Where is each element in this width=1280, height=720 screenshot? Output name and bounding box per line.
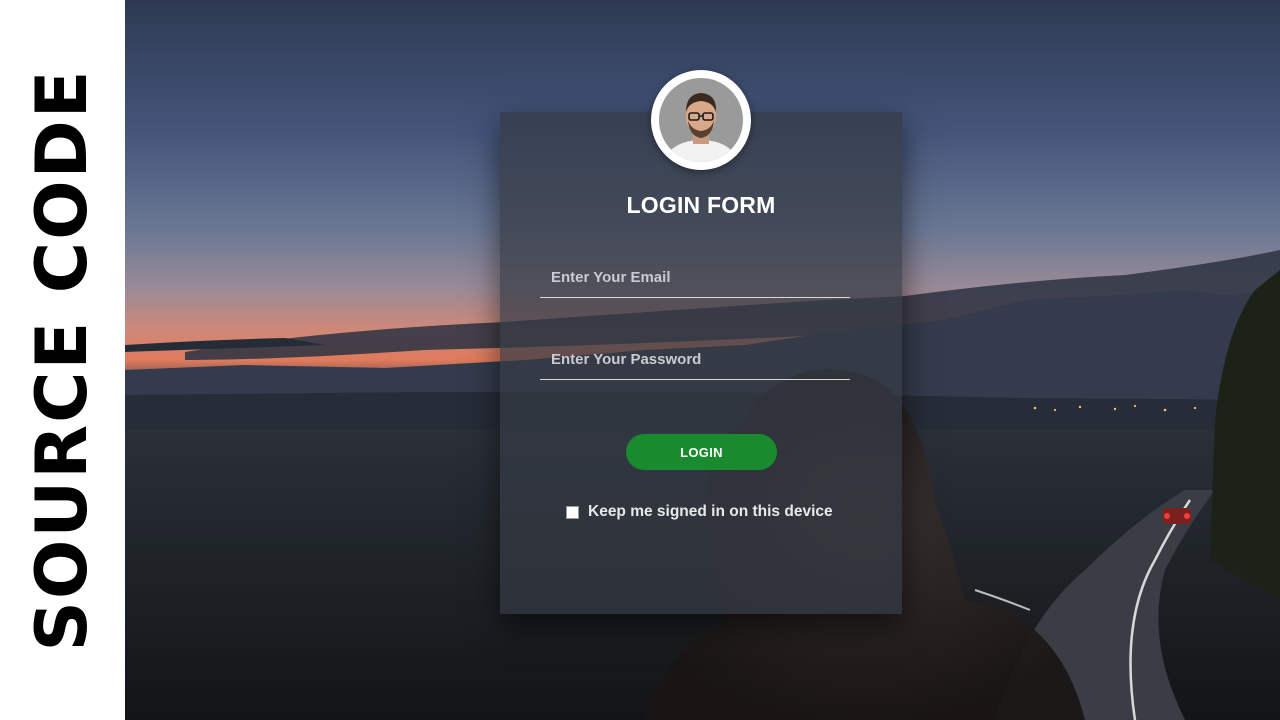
user-avatar — [651, 70, 751, 170]
login-button[interactable]: LOGIN — [626, 434, 777, 470]
side-banner: SOURCE CODE — [0, 0, 125, 720]
remember-checkbox[interactable] — [566, 505, 579, 519]
remember-me: Keep me signed in on this device — [566, 502, 833, 522]
remember-label[interactable]: Keep me signed in on this device — [588, 503, 833, 521]
banner-text: SOURCE CODE — [21, 68, 103, 652]
form-title: LOGIN FORM — [626, 192, 776, 218]
password-input[interactable] — [540, 340, 850, 380]
email-input[interactable] — [540, 258, 850, 298]
user-avatar-icon — [659, 78, 743, 162]
